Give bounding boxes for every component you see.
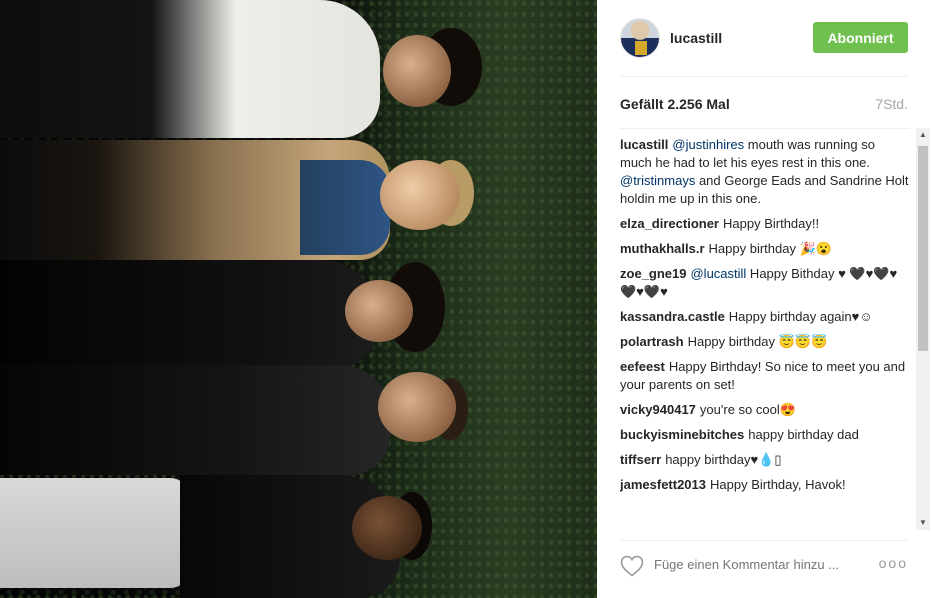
post-photo[interactable]	[0, 0, 597, 598]
heart-icon[interactable]	[620, 555, 644, 577]
caption-mention-1[interactable]: @justinhires	[672, 137, 744, 152]
comment-username[interactable]: tiffserr	[620, 452, 661, 467]
scroll-up-arrow-icon[interactable]: ▲	[916, 128, 930, 142]
comment-username[interactable]: vicky940417	[620, 402, 696, 417]
photo-person-3	[0, 260, 380, 370]
comment-username[interactable]: muthakhalls.r	[620, 241, 705, 256]
post-time[interactable]: 7Std.	[875, 96, 908, 112]
comment-item: polartrash Happy birthday 😇😇😇	[620, 333, 910, 351]
comment-item: elza_directioner Happy Birthday!!	[620, 215, 910, 233]
likes-count[interactable]: Gefällt 2.256 Mal	[620, 96, 730, 112]
comment-item: eefeest Happy Birthday! So nice to meet y…	[620, 358, 910, 394]
username[interactable]: lucastill	[670, 30, 722, 46]
photo-face-4	[378, 372, 456, 442]
post-footer: ooo	[620, 540, 908, 585]
comment-username[interactable]: eefeest	[620, 359, 665, 374]
post-header: lucastill Abonniert	[620, 16, 908, 77]
photo-person-4	[0, 365, 390, 475]
comment-username[interactable]: buckyisminebitches	[620, 427, 744, 442]
comment-username[interactable]: jamesfett2013	[620, 477, 706, 492]
likes-row: Gefällt 2.256 Mal 7Std.	[620, 96, 908, 112]
comment-text: Happy Birthday, Havok!	[710, 477, 846, 492]
comment-item: jamesfett2013 Happy Birthday, Havok!	[620, 476, 910, 494]
caption-username[interactable]: lucastill	[620, 137, 668, 152]
comments-list[interactable]: lucastill @justinhires mouth was running …	[620, 128, 910, 530]
photo-face-1	[383, 35, 451, 107]
comment-item: vicky940417 you're so cool😍	[620, 401, 910, 419]
comment-input[interactable]	[654, 557, 866, 572]
comment-text: Happy Birthday!!	[723, 216, 820, 231]
comment-text: happy birthday dad	[748, 427, 859, 442]
comment-username[interactable]: zoe_gne19	[620, 266, 686, 281]
comment-text: you're so cool😍	[699, 402, 796, 417]
comment-mention[interactable]: @lucastill	[690, 266, 746, 281]
photo-person-1	[0, 0, 380, 138]
comment-item: tiffserr happy birthday♥💧▯	[620, 451, 910, 469]
photo-person-2-shirt	[300, 160, 390, 255]
photo-face-2	[380, 160, 460, 230]
comment-username[interactable]: elza_directioner	[620, 216, 719, 231]
comment-text: Happy birthday 😇😇😇	[687, 334, 828, 349]
follow-button[interactable]: Abonniert	[813, 22, 908, 53]
scrollbar-thumb[interactable]	[918, 146, 928, 351]
comment-item: muthakhalls.r Happy birthday 🎉😮	[620, 240, 910, 258]
caption-mention-2[interactable]: @tristinmays	[620, 173, 695, 188]
avatar[interactable]	[620, 18, 660, 58]
comment-username[interactable]: kassandra.castle	[620, 309, 725, 324]
more-options-icon[interactable]: ooo	[879, 555, 908, 571]
comment-item: kassandra.castle Happy birthday again♥☺	[620, 308, 910, 326]
comments-scrollbar[interactable]: ▲ ▼	[916, 128, 930, 530]
comment-item: zoe_gne19 @lucastill Happy Bithday ♥ 🖤♥🖤♥…	[620, 265, 910, 301]
caption: lucastill @justinhires mouth was running …	[620, 136, 910, 208]
comment-text: happy birthday♥💧▯	[665, 452, 782, 467]
photo-face-5	[352, 496, 422, 560]
scroll-down-arrow-icon[interactable]: ▼	[916, 516, 930, 530]
comment-item: buckyisminebitches happy birthday dad	[620, 426, 910, 444]
photo-person-5-pants	[0, 478, 190, 588]
photo-face-3	[345, 280, 413, 342]
post-sidebar: lucastill Abonniert Gefällt 2.256 Mal 7S…	[597, 0, 931, 598]
comment-username[interactable]: polartrash	[620, 334, 684, 349]
comment-text: Happy birthday 🎉😮	[708, 241, 832, 256]
comment-text: Happy birthday again♥☺	[728, 309, 873, 324]
